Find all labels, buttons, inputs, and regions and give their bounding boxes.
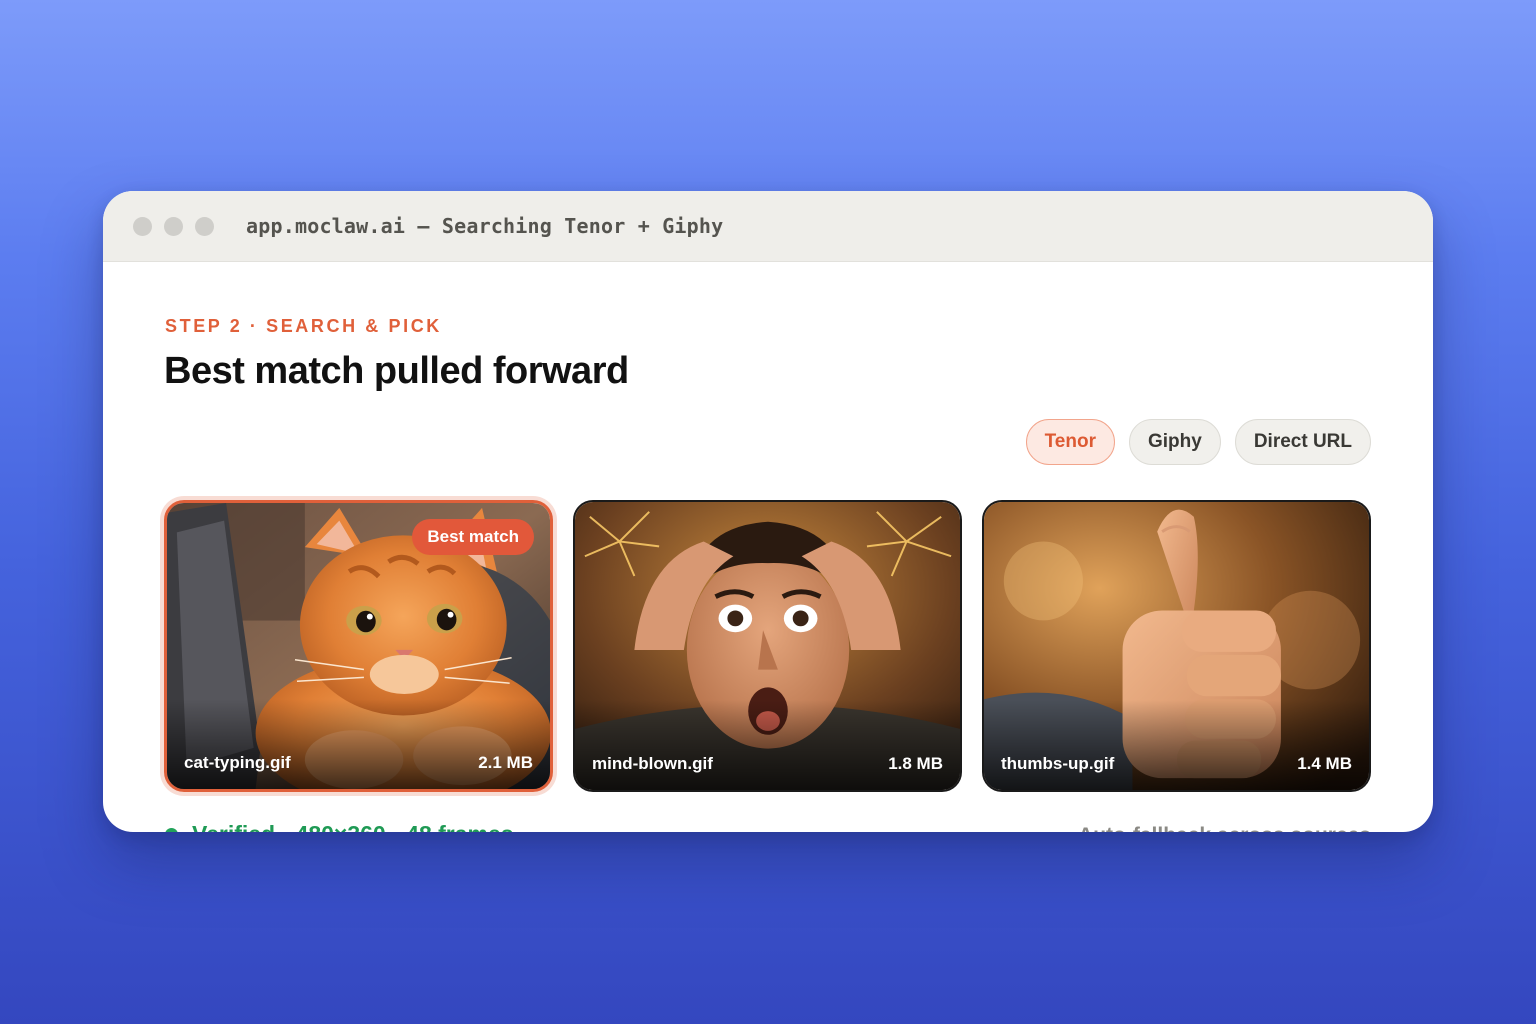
result-grid: Best match cat-typing.gif 2.1 MB mind-bl… xyxy=(164,500,1371,792)
browser-window: app.moclaw.ai — Searching Tenor + Giphy … xyxy=(103,191,1433,832)
status-text: Verified · 480×360 · 48 frames xyxy=(192,821,514,832)
main-content: STEP 2 · SEARCH & PICK Best match pulled… xyxy=(103,262,1433,832)
window-title: app.moclaw.ai — Searching Tenor + Giphy xyxy=(246,214,724,238)
status-dot-icon xyxy=(165,828,178,832)
caption-shade xyxy=(167,699,550,789)
source-tab-giphy[interactable]: Giphy xyxy=(1128,419,1221,465)
fallback-note: Auto-fallback across sources xyxy=(1078,824,1371,832)
result-card-thumbs-up[interactable]: thumbs-up.gif 1.4 MB xyxy=(982,500,1371,792)
result-filename: thumbs-up.gif xyxy=(1001,754,1115,773)
window-controls xyxy=(133,216,214,236)
source-tab-tenor[interactable]: Tenor xyxy=(1025,419,1115,465)
result-card-cat-typing[interactable]: Best match cat-typing.gif 2.1 MB xyxy=(164,500,553,792)
close-window-button[interactable] xyxy=(133,216,152,236)
caption-shade xyxy=(575,700,960,790)
result-filesize: 1.8 MB xyxy=(888,754,943,773)
verification-status: Verified · 480×360 · 48 frames xyxy=(165,821,514,832)
minimize-window-button[interactable] xyxy=(164,216,183,236)
page-title: Best match pulled forward xyxy=(164,350,629,392)
maximize-window-button[interactable] xyxy=(195,216,214,236)
step-label: STEP 2 · SEARCH & PICK xyxy=(165,316,442,336)
best-match-badge: Best match xyxy=(412,519,534,555)
result-filesize: 1.4 MB xyxy=(1297,754,1352,773)
result-filename: cat-typing.gif xyxy=(184,753,291,772)
title-bar: app.moclaw.ai — Searching Tenor + Giphy xyxy=(103,191,1433,262)
caption-shade xyxy=(984,700,1369,790)
source-tab-direct-url[interactable]: Direct URL xyxy=(1234,419,1371,465)
result-filename: mind-blown.gif xyxy=(592,754,713,773)
result-card-mind-blown[interactable]: mind-blown.gif 1.8 MB xyxy=(573,500,962,792)
source-tabs: Tenor Giphy Direct URL xyxy=(1025,419,1371,465)
result-filesize: 2.1 MB xyxy=(478,753,533,772)
